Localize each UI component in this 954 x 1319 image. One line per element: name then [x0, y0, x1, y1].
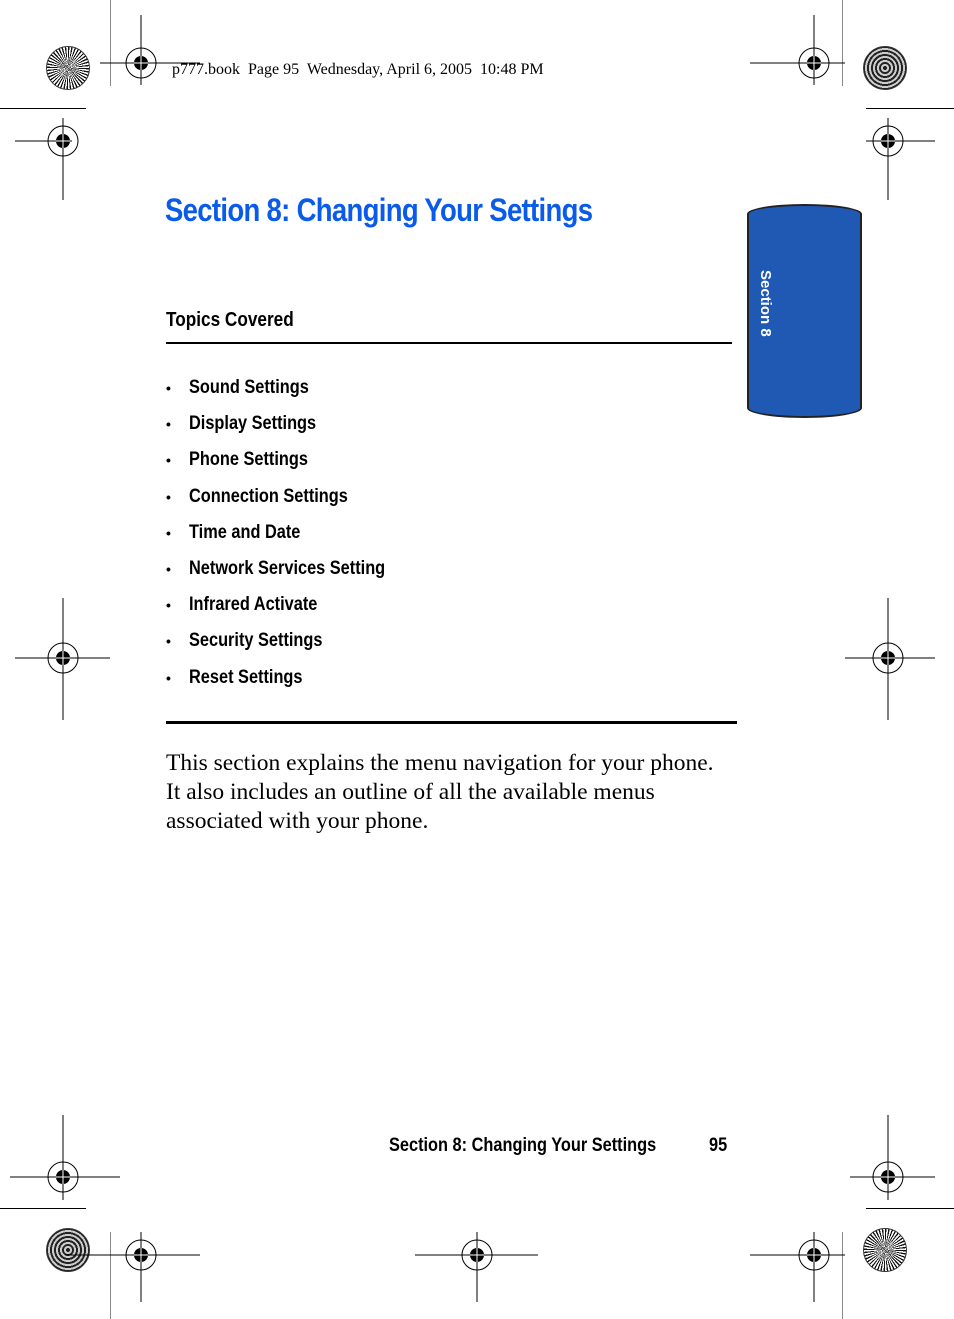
bullet-icon: •: [166, 380, 171, 397]
bullet-icon: •: [166, 524, 171, 541]
topics-heading: Topics Covered: [166, 309, 294, 331]
topic-item: • Sound Settings: [166, 377, 309, 399]
registration-mark-icon: [65, 1232, 200, 1302]
topic-item: • Phone Settings: [166, 449, 308, 471]
bullet-icon: •: [166, 669, 171, 686]
bullet-icon: •: [166, 416, 171, 433]
divider: [166, 721, 737, 724]
registration-mark-icon: [750, 15, 845, 85]
topic-item: • Network Services Setting: [166, 558, 386, 580]
registration-mark-icon: [10, 1115, 120, 1200]
print-header: p777.book Page 95 Wednesday, April 6, 20…: [172, 61, 544, 78]
registration-mark-icon: [850, 1115, 935, 1200]
registration-mark-icon: [15, 118, 79, 200]
topic-item: • Time and Date: [166, 521, 301, 543]
bullet-icon: •: [166, 452, 171, 469]
bullet-icon: •: [166, 633, 171, 650]
page-title: Section 8: Changing Your Settings: [165, 192, 593, 228]
topic-item: • Security Settings: [166, 630, 323, 652]
registration-mark-icon: [750, 1232, 845, 1302]
registration-mark-icon: [845, 598, 935, 720]
bullet-icon: •: [166, 561, 171, 578]
topic-item: • Infrared Activate: [166, 594, 318, 616]
footer-title: Section 8: Changing Your Settings: [389, 1135, 657, 1156]
topic-item: • Reset Settings: [166, 666, 303, 688]
page-number: 95: [709, 1135, 728, 1156]
topic-item: • Connection Settings: [166, 485, 348, 507]
intro-paragraph: This section explains the menu navigatio…: [166, 750, 714, 834]
bullet-icon: •: [166, 597, 171, 614]
registration-mark-icon: [866, 118, 935, 200]
registration-mark-icon: [415, 1232, 538, 1302]
registration-mark-icon: [15, 598, 110, 720]
topics-list: • Sound Settings • Display Settings • Phone…: [166, 370, 417, 696]
divider: [166, 342, 732, 344]
bullet-icon: •: [166, 488, 171, 505]
topic-item: • Display Settings: [166, 413, 317, 435]
section-tab-label: Section 8: [757, 270, 774, 337]
